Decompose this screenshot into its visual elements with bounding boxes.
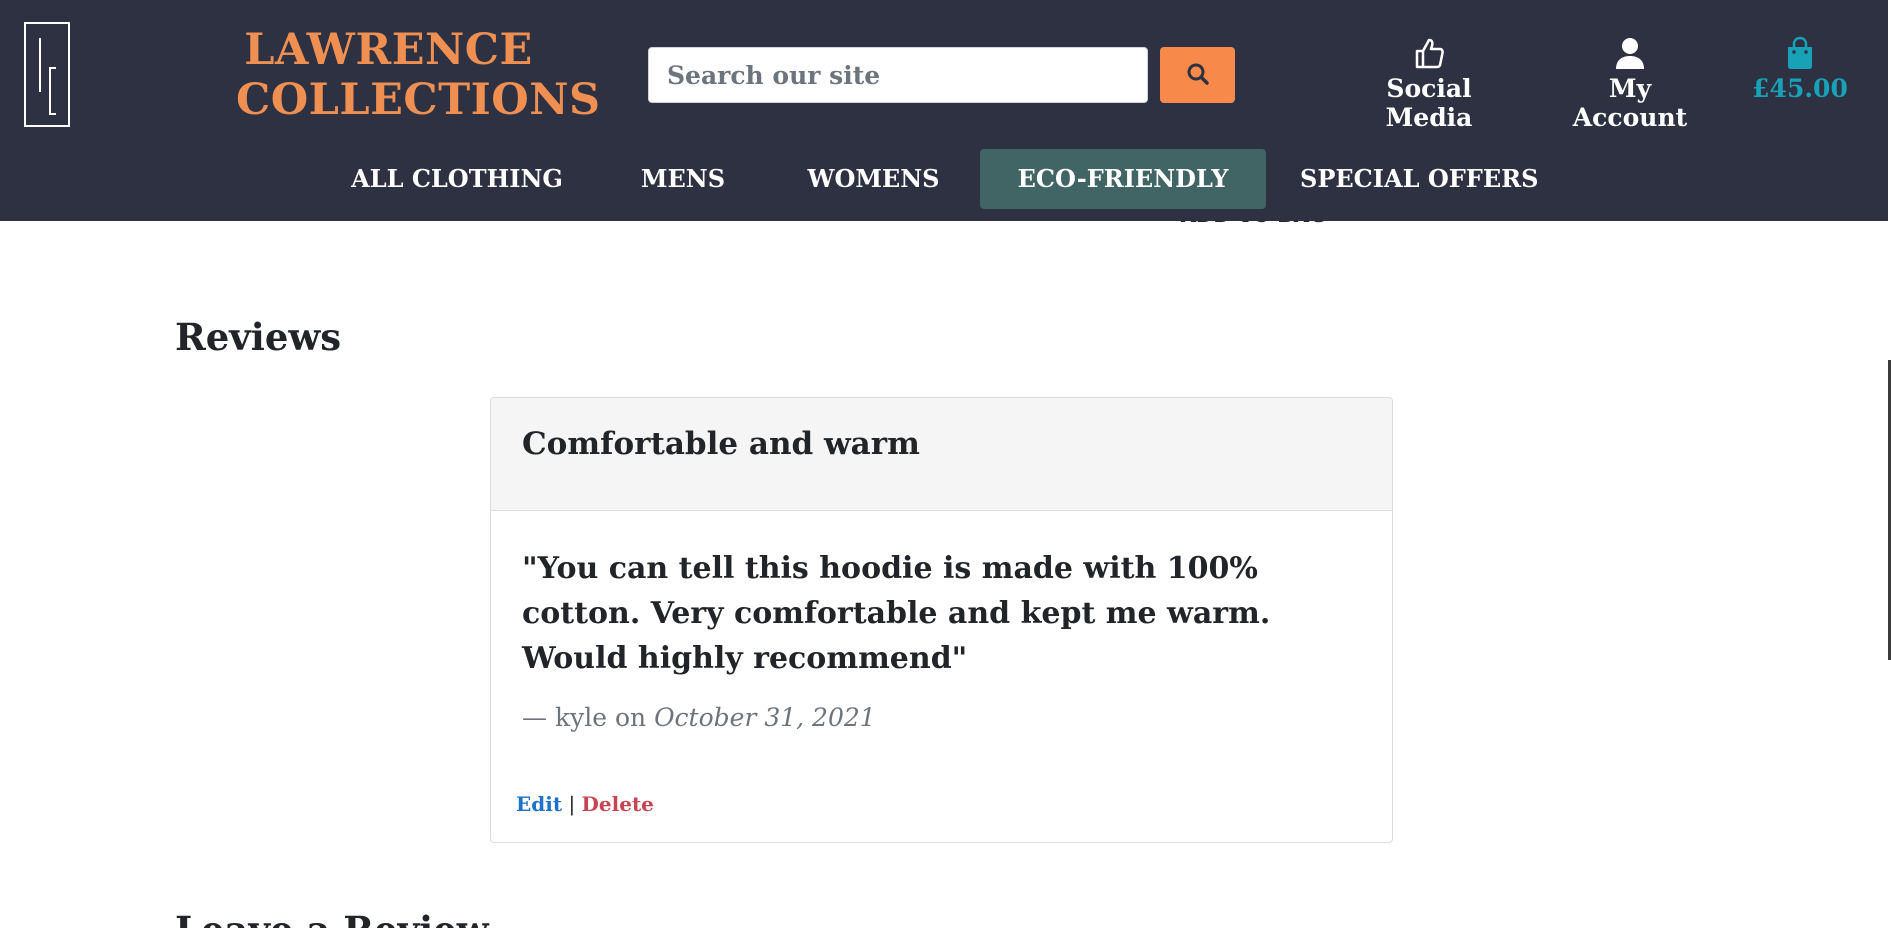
brand-line-2: COLLECTIONS bbox=[236, 75, 601, 125]
review-date: October 31, 2021 bbox=[654, 703, 876, 732]
review-text: "You can tell this hoodie is made with 1… bbox=[522, 551, 1271, 676]
nav-all-clothing[interactable]: ALL CLOTHING bbox=[344, 149, 570, 209]
nav-womens[interactable]: WOMENS bbox=[800, 149, 947, 209]
search-button[interactable] bbox=[1160, 47, 1235, 103]
review-meta: — kyle on October 31, 2021 bbox=[522, 703, 1361, 732]
action-separator: | bbox=[568, 792, 576, 816]
brand-line-1: LAWRENCE bbox=[244, 25, 533, 75]
nav-special-offers[interactable]: SPECIAL OFFERS bbox=[1300, 149, 1538, 209]
review-title: Comfortable and warm bbox=[522, 426, 920, 462]
lc-logo-icon[interactable] bbox=[24, 22, 70, 127]
review-card-header: Comfortable and warm bbox=[491, 398, 1392, 511]
my-account-link[interactable]: My Account bbox=[1555, 36, 1705, 132]
search-input[interactable] bbox=[648, 47, 1148, 103]
social-media-link[interactable]: Social Media bbox=[1348, 36, 1510, 132]
review-actions: Edit | Delete bbox=[516, 792, 654, 816]
shopping-bag-icon bbox=[1750, 36, 1850, 72]
delete-review-link[interactable]: Delete bbox=[582, 792, 654, 816]
site-header: LAWRENCE COLLECTIONS Social Media My A bbox=[0, 0, 1888, 221]
shopping-bag-link[interactable]: £45.00 bbox=[1750, 36, 1850, 103]
nav-eco-friendly[interactable]: ECO-FRIENDLY bbox=[980, 149, 1266, 209]
my-account-label: My Account bbox=[1572, 74, 1688, 132]
brand-logo[interactable]: LAWRENCE COLLECTIONS bbox=[236, 25, 601, 125]
leave-review-heading: Leave a Review bbox=[175, 908, 489, 928]
reviews-heading: Reviews bbox=[175, 315, 342, 359]
user-icon bbox=[1555, 36, 1705, 72]
bag-total: £45.00 bbox=[1752, 74, 1848, 103]
review-author: — kyle on bbox=[522, 703, 655, 732]
review-body: "You can tell this hoodie is made with 1… bbox=[491, 511, 1392, 732]
social-media-label: Social Media bbox=[1385, 74, 1473, 132]
thumbs-up-icon bbox=[1348, 36, 1510, 72]
edit-review-link[interactable]: Edit bbox=[516, 792, 562, 816]
review-card: Comfortable and warm "You can tell this … bbox=[490, 397, 1393, 843]
search-icon bbox=[1186, 62, 1210, 89]
nav-mens[interactable]: MENS bbox=[630, 149, 736, 209]
main-nav: ALL CLOTHING MENS WOMENS ECO-FRIENDLY SP… bbox=[0, 149, 1888, 209]
